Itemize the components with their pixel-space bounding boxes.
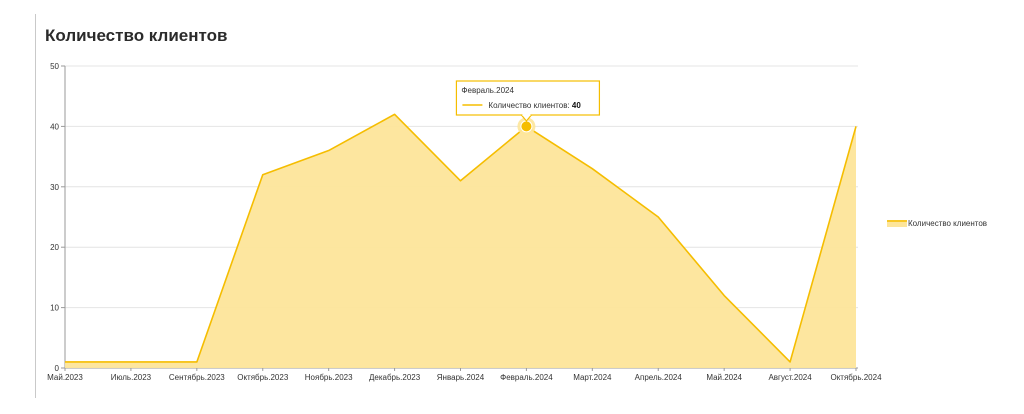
- x-tick-label: Февраль.2024: [500, 373, 553, 382]
- tooltip-series-label: Количество клиентов: 40: [488, 101, 581, 110]
- x-tick-label: Ноябрь.2023: [305, 373, 353, 382]
- data-point[interactable]: [327, 149, 331, 153]
- data-point[interactable]: [590, 167, 594, 171]
- x-tick-label: Январь.2024: [437, 373, 485, 382]
- data-point[interactable]: [63, 360, 67, 364]
- tooltip: Февраль.2024 Количество клиентов: 40: [455, 80, 601, 122]
- x-tick-label: Сентябрь.2023: [169, 373, 225, 382]
- y-tick-label: 50: [50, 62, 59, 71]
- data-point[interactable]: [393, 112, 397, 116]
- area-chart: 0 10 20 30 40 50 Май.2023 Июль.2023 Сентябрь.202…: [47, 62, 987, 382]
- x-tick-label: Март.2024: [573, 373, 612, 382]
- tooltip-title: Февраль.2024: [461, 86, 514, 95]
- tooltip-value: 40: [572, 101, 581, 110]
- legend-label: Количество клиентов: [908, 219, 987, 228]
- chart-panel: Количество клиентов 0 10 20 30 40 50 Май.2023 И…: [0, 0, 1024, 414]
- x-tick-label: Июль.2023: [111, 373, 152, 382]
- x-tick-label: Август.2024: [768, 373, 812, 382]
- data-point[interactable]: [854, 124, 858, 128]
- x-tick-label: Май.2023: [47, 373, 83, 382]
- y-tick-label: 40: [50, 122, 59, 131]
- y-tick-label: 30: [50, 183, 59, 192]
- data-point[interactable]: [195, 360, 199, 364]
- y-tick-label: 10: [50, 304, 59, 313]
- y-tick-label: 0: [55, 364, 60, 373]
- area-fill: [65, 114, 856, 368]
- data-point[interactable]: [722, 294, 726, 298]
- x-tick-label: Декабрь.2023: [369, 373, 421, 382]
- x-tick-label: Октябрь.2023: [237, 373, 289, 382]
- x-tick-label: Май.2024: [706, 373, 742, 382]
- tooltip-series-name: Количество клиентов: [488, 101, 567, 110]
- highlight-point[interactable]: [520, 120, 533, 133]
- y-tick-label: 20: [50, 243, 59, 252]
- x-tick-label: Апрель.2024: [635, 373, 683, 382]
- data-point[interactable]: [129, 360, 133, 364]
- data-point[interactable]: [459, 179, 463, 183]
- data-point[interactable]: [261, 173, 265, 177]
- data-point[interactable]: [788, 360, 792, 364]
- x-tick-label: Октябрь.2024: [830, 373, 882, 382]
- data-point[interactable]: [656, 215, 660, 219]
